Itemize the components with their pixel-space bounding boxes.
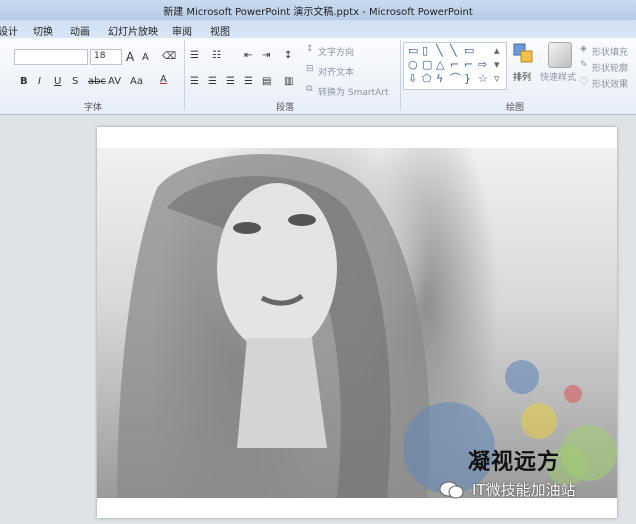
connector2-shape-icon[interactable]: ⌐ bbox=[464, 59, 473, 71]
quick-styles-icon bbox=[548, 42, 572, 68]
tab-design[interactable]: 设计 bbox=[0, 23, 18, 38]
gallery-up-icon[interactable]: ▴ bbox=[494, 45, 500, 57]
align-left-icon[interactable]: ☰ bbox=[190, 76, 199, 87]
align-text-icon: ⊟ bbox=[306, 64, 314, 74]
shape-outline-button[interactable]: 形状轮廓 bbox=[592, 61, 628, 74]
gallery-down-icon[interactable]: ▾ bbox=[494, 59, 500, 71]
text-direction-icon: ↕ bbox=[306, 44, 314, 54]
grow-font-button[interactable]: A bbox=[126, 50, 134, 64]
watermark-text: IT微技能加油站 bbox=[472, 481, 576, 499]
align-center-icon[interactable]: ☰ bbox=[208, 76, 217, 87]
oval-shape-icon[interactable]: ○ bbox=[408, 59, 418, 71]
bold-button[interactable]: B bbox=[20, 76, 28, 87]
char-spacing-button[interactable]: AV bbox=[108, 76, 121, 87]
drawing-group-label: 绘图 bbox=[506, 103, 525, 113]
pentagon-shape-icon[interactable]: ⬠ bbox=[422, 73, 432, 85]
shape-outline-icon: ✎ bbox=[580, 60, 588, 70]
numbering-icon[interactable]: ☷ bbox=[212, 50, 221, 61]
quick-styles-button[interactable]: 快速样式 bbox=[540, 70, 576, 83]
font-group-label: 字体 bbox=[84, 103, 103, 113]
triangle-shape-icon[interactable]: △ bbox=[436, 59, 444, 71]
shape-fill-button[interactable]: 形状填充 bbox=[592, 45, 628, 58]
wechat-icon bbox=[439, 481, 464, 499]
bullets-icon[interactable]: ☰ bbox=[190, 50, 199, 61]
underline-button[interactable]: U bbox=[54, 76, 61, 87]
brace-shape-icon[interactable]: } bbox=[464, 73, 471, 85]
justify-icon[interactable]: ☰ bbox=[244, 76, 253, 87]
font-size-combo[interactable]: 18 bbox=[90, 49, 122, 65]
change-case-button[interactable]: Aa bbox=[130, 76, 143, 87]
font-color-button[interactable]: A bbox=[160, 74, 167, 85]
vertical-textbox-shape-icon[interactable]: ▯ bbox=[422, 45, 428, 57]
slide-caption[interactable]: 凝视远方 bbox=[468, 444, 560, 476]
shrink-font-button[interactable]: A bbox=[142, 52, 149, 63]
text-direction-button[interactable]: 文字方向 bbox=[318, 45, 354, 58]
convert-smartart-button[interactable]: 转换为 SmartArt bbox=[318, 85, 388, 98]
shape-fill-icon: ◈ bbox=[580, 44, 587, 54]
tab-view[interactable]: 视图 bbox=[210, 23, 230, 38]
paragraph-group-label: 段落 bbox=[276, 103, 295, 113]
gallery-more-icon[interactable]: ▿ bbox=[494, 73, 500, 85]
line-shape-icon[interactable]: ╲ bbox=[436, 45, 443, 57]
line-spacing-icon[interactable]: ↕ bbox=[284, 50, 292, 61]
shape-effects-icon: ◌ bbox=[580, 76, 588, 86]
arrange-icon bbox=[513, 43, 533, 63]
textbox-shape-icon[interactable]: ▭ bbox=[408, 45, 418, 57]
star-shape-icon[interactable]: ☆ bbox=[478, 73, 488, 85]
shadow-button[interactable]: S bbox=[72, 76, 78, 87]
shape-effects-button[interactable]: 形状效果 bbox=[592, 77, 628, 90]
down-arrow-shape-icon[interactable]: ⇩ bbox=[408, 73, 417, 85]
connector-shape-icon[interactable]: ⌐ bbox=[450, 59, 459, 71]
title-bar: 新建 Microsoft PowerPoint 演示文稿.pptx - Micr… bbox=[0, 0, 636, 20]
rounded-rect-shape-icon[interactable]: ▢ bbox=[422, 59, 432, 71]
arrange-button[interactable]: 排列 bbox=[513, 70, 531, 83]
divider bbox=[400, 40, 401, 110]
distribute-icon[interactable]: ▤ bbox=[262, 76, 271, 87]
columns-icon[interactable]: ▥ bbox=[284, 76, 293, 87]
tab-transitions[interactable]: 切换 bbox=[33, 23, 53, 38]
italic-button[interactable]: I bbox=[38, 76, 41, 87]
tab-slideshow[interactable]: 幻灯片放映 bbox=[108, 23, 158, 38]
tab-animations[interactable]: 动画 bbox=[70, 23, 90, 38]
lightning-shape-icon[interactable]: ϟ bbox=[436, 73, 443, 85]
align-text-button[interactable]: 对齐文本 bbox=[318, 65, 354, 78]
smartart-icon: ⧉ bbox=[306, 84, 313, 94]
shapes-gallery[interactable]: ▭ ▯ ╲ ╲ ▭ ○ ▢ △ ⌐ ⌐ ⇨ ⇩ ⬠ ϟ ⌒ } ☆ ▴ ▾ ▿ bbox=[403, 42, 507, 90]
font-size-value: 18 bbox=[94, 51, 106, 61]
clear-format-icon[interactable]: ⌫ bbox=[162, 51, 176, 62]
increase-indent-icon[interactable]: ⇥ bbox=[262, 50, 270, 61]
ribbon-tabs: 设计 切换 动画 幻灯片放映 审阅 视图 bbox=[0, 20, 636, 38]
decrease-indent-icon[interactable]: ⇤ bbox=[244, 50, 252, 61]
window-title: 新建 Microsoft PowerPoint 演示文稿.pptx - Micr… bbox=[163, 7, 473, 18]
tab-review[interactable]: 审阅 bbox=[172, 23, 192, 38]
right-arrow-shape-icon[interactable]: ⇨ bbox=[478, 59, 487, 71]
strikethrough-button[interactable]: abc bbox=[88, 76, 106, 87]
curve-shape-icon[interactable]: ⌒ bbox=[450, 73, 461, 85]
ribbon: 18 A A ⌫ B I U S abc AV Aa A 字体 ☰ ☷ ⇤ ⇥ … bbox=[0, 38, 636, 115]
align-right-icon[interactable]: ☰ bbox=[226, 76, 235, 87]
font-name-combo[interactable] bbox=[14, 49, 88, 65]
divider bbox=[184, 40, 185, 110]
rectangle-shape-icon[interactable]: ▭ bbox=[464, 45, 474, 57]
line2-shape-icon[interactable]: ╲ bbox=[450, 45, 457, 57]
